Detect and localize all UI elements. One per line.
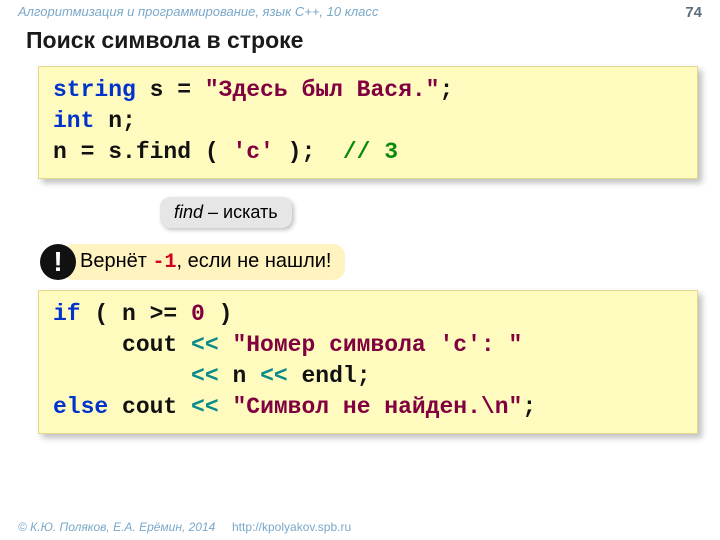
code-token: n = s.find ( — [53, 139, 232, 165]
code-token — [53, 363, 191, 389]
code-token: "Символ не найден.\n" — [232, 394, 522, 420]
code-token: else — [53, 394, 108, 420]
code-block-declaration: string s = "Здесь был Вася."; int n; n =… — [38, 66, 698, 179]
course-name: Алгоритмизация и программирование, язык … — [18, 4, 378, 21]
code-token: cout — [108, 394, 191, 420]
hint-word: find — [174, 202, 203, 222]
slide-title: Поиск символа в строке — [0, 23, 720, 62]
code-token: n — [232, 363, 260, 389]
code-token: 0 — [191, 301, 205, 327]
code-token: ) — [205, 301, 233, 327]
code-token: string — [53, 77, 136, 103]
code-token: ( n >= — [81, 301, 191, 327]
warning-text: Вернёт -1, если не нашли! — [62, 244, 345, 280]
hint-ru: искать — [223, 202, 278, 222]
code-token: "Здесь был Вася." — [205, 77, 440, 103]
warn-value: -1 — [152, 251, 176, 274]
code-token: ; — [439, 77, 453, 103]
footer-url: http://kpolyakov.spb.ru — [232, 520, 351, 534]
code-token: << — [191, 332, 232, 358]
code-token: int — [53, 108, 94, 134]
page-number: 74 — [685, 4, 702, 21]
warn-before: Вернёт — [80, 250, 152, 272]
code-token: 'с' — [232, 139, 273, 165]
code-token: // 3 — [343, 139, 398, 165]
warn-after: , если не нашли! — [177, 250, 332, 272]
code-token: << — [260, 363, 301, 389]
code-token: cout — [53, 332, 191, 358]
code-token: s = — [136, 77, 205, 103]
hint-box: find – искать — [160, 197, 292, 228]
slide-header: Алгоритмизация и программирование, язык … — [0, 0, 720, 23]
code-token: << — [191, 394, 232, 420]
footer-authors: © К.Ю. Поляков, Е.А. Ерёмин, 2014 — [18, 520, 215, 534]
code-token: ; — [522, 394, 536, 420]
slide-footer: © К.Ю. Поляков, Е.А. Ерёмин, 2014 http:/… — [18, 520, 351, 534]
hint-dash: – — [203, 202, 223, 222]
exclamation-icon: ! — [40, 244, 76, 280]
code-block-if: if ( n >= 0 ) cout << "Номер символа 'c'… — [38, 290, 698, 434]
code-token: n; — [94, 108, 135, 134]
warning-row: ! Вернёт -1, если не нашли! — [40, 244, 720, 280]
code-token: if — [53, 301, 81, 327]
code-token: << — [191, 363, 232, 389]
code-token: "Номер символа 'c': " — [232, 332, 522, 358]
code-token: ); — [274, 139, 343, 165]
code-token: endl; — [301, 363, 370, 389]
